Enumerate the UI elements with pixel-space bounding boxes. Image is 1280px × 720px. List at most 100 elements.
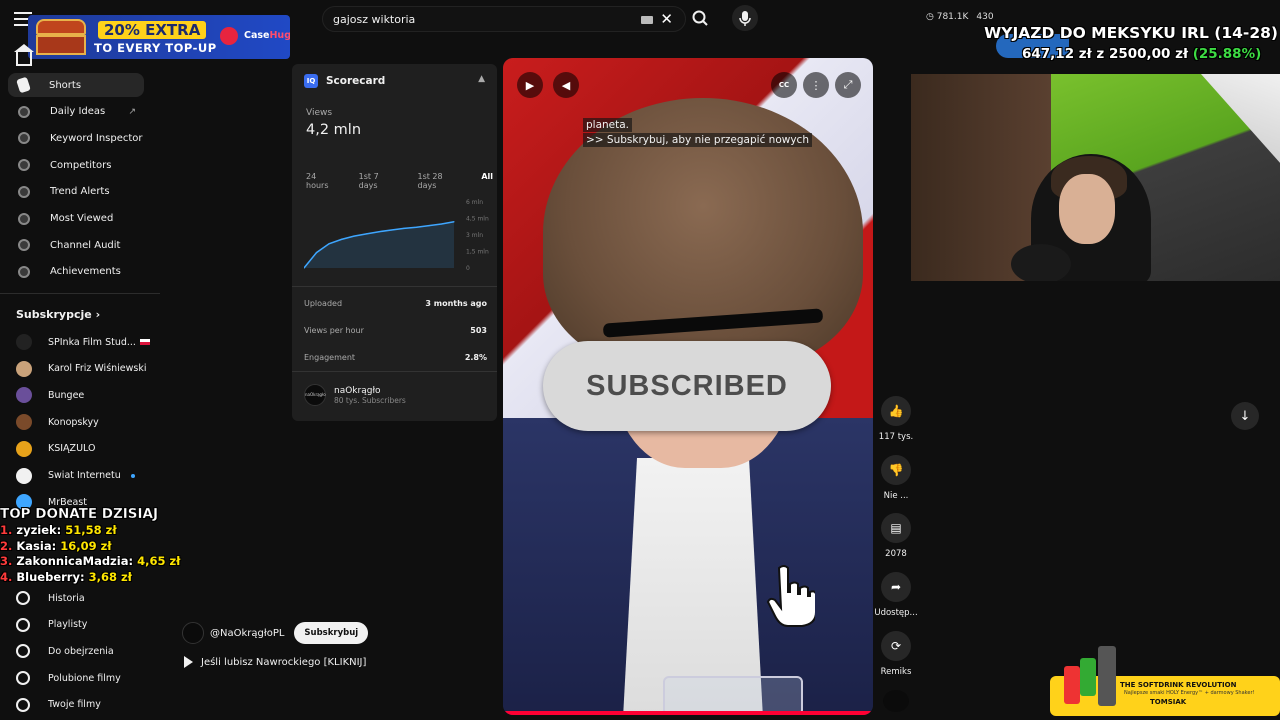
action-thumbs-up[interactable]: 👍 117 tys. bbox=[874, 396, 918, 442]
keyboard-icon[interactable] bbox=[641, 16, 653, 24]
microphone bbox=[1011, 244, 1071, 281]
sidebar-item-label: Daily Ideas bbox=[50, 106, 106, 118]
thumbs-up-icon[interactable]: 👍 bbox=[881, 396, 911, 426]
sidebar-item-daily-ideas[interactable]: Daily Ideas ↗ bbox=[8, 100, 144, 124]
avatar bbox=[16, 467, 32, 484]
fullscreen-button[interactable]: ⤢ bbox=[835, 72, 861, 98]
channel-subscribers: 80 tys. Subscribers bbox=[334, 395, 406, 405]
sidebar-item-shorts[interactable]: Shorts bbox=[8, 73, 144, 97]
scorecard-metric: Engagement 2.8% bbox=[304, 353, 487, 362]
action-remix[interactable]: ⟳ Remiks bbox=[874, 630, 918, 677]
library-item[interactable]: Playlisty bbox=[16, 615, 156, 635]
sidebar-item-label: Shorts bbox=[49, 79, 82, 91]
library-item[interactable]: Do obejrzenia bbox=[16, 641, 156, 661]
share-icon[interactable]: ➦ bbox=[881, 572, 911, 603]
scorecard-metric: Views per hour 503 bbox=[304, 326, 487, 335]
thumbs-down-icon[interactable]: 👎 bbox=[881, 454, 911, 485]
sidebar-item-achievements[interactable]: Achievements bbox=[8, 260, 144, 284]
subscribe-button[interactable]: Subskrybuj bbox=[294, 622, 369, 644]
sidebar-item-competitors[interactable]: Competitors bbox=[8, 153, 144, 177]
chevron-up-icon[interactable]: ▲ bbox=[478, 74, 485, 84]
scorecard-divider bbox=[292, 286, 497, 287]
subscription-item[interactable]: Świat Internetu bbox=[16, 466, 156, 486]
captions-button[interactable]: CC bbox=[771, 72, 797, 98]
history-icon bbox=[16, 591, 30, 605]
subscription-item[interactable]: Bungee bbox=[16, 385, 156, 405]
sidebar-item-channel-audit[interactable]: Channel Audit bbox=[8, 233, 144, 257]
scorecard-title: Scorecard bbox=[326, 75, 386, 87]
header-stats: ◷ 781.1K 430 bbox=[926, 12, 994, 22]
sidebar-item-keyword-inspector[interactable]: Keyword Inspector bbox=[8, 126, 144, 150]
donate-title: TOP DONATE DZISIAJ bbox=[0, 506, 159, 522]
scorecard-tab[interactable]: 1st 7 days bbox=[355, 172, 404, 190]
voice-search-button[interactable] bbox=[732, 5, 758, 31]
fullscreen-icon: ⤢ bbox=[843, 78, 853, 91]
chart-point bbox=[328, 243, 330, 245]
subscription-label: Konopskyy bbox=[48, 416, 99, 428]
scorecard-tab[interactable]: 24 hours bbox=[302, 172, 345, 190]
donate-row: 3. ZakonnicaMadzia: 4,65 zł bbox=[0, 554, 181, 568]
chart-point bbox=[315, 252, 318, 254]
play-button[interactable]: ▶ bbox=[517, 72, 543, 98]
channel-handle[interactable]: @NaOkrągłoPL bbox=[210, 628, 284, 639]
scorecard-tab[interactable]: All bbox=[477, 172, 497, 190]
chart-point bbox=[390, 229, 393, 231]
channel-avatar[interactable] bbox=[182, 622, 204, 644]
sidebar-item-label: Channel Audit bbox=[50, 239, 121, 251]
scorecard-tab[interactable]: 1st 28 days bbox=[413, 172, 467, 190]
sidebar-divider bbox=[0, 293, 160, 294]
close-icon[interactable]: ✕ bbox=[660, 10, 673, 28]
action-thumbs-down[interactable]: 👎 Nie ... bbox=[874, 454, 918, 501]
sidebar-item-trend-alerts[interactable]: Trend Alerts bbox=[8, 180, 144, 204]
library-item[interactable]: Twoje filmy bbox=[16, 695, 156, 715]
search-box[interactable]: gajosz wiktoria ✕ bbox=[322, 6, 686, 32]
library-item[interactable]: Polubione filmy bbox=[16, 668, 156, 688]
playlist-icon bbox=[16, 617, 30, 632]
comment-icon[interactable]: ▤ bbox=[881, 513, 911, 544]
y-tick-label: 4,5 mln bbox=[466, 216, 489, 223]
vidiq-icon bbox=[18, 239, 30, 252]
chart-point bbox=[353, 235, 355, 237]
subscription-item[interactable]: KSIĄŻULO bbox=[16, 439, 156, 459]
subscription-item[interactable]: SPInka Film Stud... bbox=[16, 332, 156, 352]
donate-row: 2. Kasia: 16,09 zł bbox=[0, 538, 112, 553]
new-content-dot bbox=[130, 473, 135, 478]
sidebar-item-label: Most Viewed bbox=[50, 213, 114, 224]
cc-icon: CC bbox=[778, 81, 790, 89]
chart-point bbox=[440, 223, 443, 225]
scorecard-channel[interactable]: naOkrągło naOkrągło 80 tys. Subscribers bbox=[304, 384, 406, 406]
metric-value: 3 months ago bbox=[425, 299, 487, 308]
subscription-item[interactable]: Konopskyy bbox=[16, 412, 156, 432]
channel-avatar-small[interactable] bbox=[883, 690, 909, 712]
next-video-button[interactable]: ↓ bbox=[1231, 402, 1259, 430]
action-label: Udostęp... bbox=[874, 608, 918, 619]
chart-point bbox=[340, 238, 343, 240]
vidiq-icon bbox=[18, 185, 30, 198]
volume-button[interactable]: ◀ bbox=[553, 72, 579, 98]
play-icon bbox=[184, 656, 193, 668]
video-progress-bar[interactable] bbox=[503, 711, 873, 715]
library-item[interactable]: Historia bbox=[16, 588, 156, 608]
shorts-player[interactable]: ▶ ◀ CC ⋮ ⤢ planeta. >> Subskrybuj, aby n… bbox=[503, 58, 873, 715]
search-button[interactable] bbox=[686, 6, 716, 32]
search-input[interactable]: gajosz wiktoria bbox=[333, 13, 415, 26]
chart-point bbox=[378, 231, 380, 233]
sponsor-headline: THE SOFTDRINK REVOLUTION bbox=[1120, 681, 1237, 689]
subscription-item[interactable]: Karol Friz Wiśniewski bbox=[16, 359, 156, 379]
subscription-label: Karol Friz Wiśniewski bbox=[48, 363, 147, 375]
caption-line-2: >> Subskrybuj, aby nie przegapić nowych bbox=[583, 133, 812, 147]
scorecard-header: IQ Scorecard bbox=[304, 74, 385, 88]
library-label: Twoje filmy bbox=[48, 699, 101, 711]
sidebar-item-most-viewed[interactable]: Most Viewed bbox=[8, 207, 144, 231]
sidebar-item-label: Competitors bbox=[50, 159, 112, 171]
home-icon[interactable] bbox=[14, 44, 34, 66]
subscriptions-heading[interactable]: Subskrypcje › bbox=[16, 308, 100, 321]
more-options-button[interactable]: ⋮ bbox=[803, 72, 829, 98]
video-channel-row: @NaOkrągłoPL Subskrybuj bbox=[182, 622, 369, 644]
action-comment[interactable]: ▤ 2078 bbox=[874, 513, 918, 559]
action-share[interactable]: ➦ Udostęp... bbox=[874, 572, 918, 618]
donation-goal-overlay: WYJAZD DO MEKSYKU IRL (14-28) 647,12 zł … bbox=[984, 12, 1280, 62]
action-label: Remiks bbox=[880, 666, 912, 677]
playlist-link[interactable]: Jeśli lubisz Nawrockiego [KLIKNIJ] bbox=[184, 656, 366, 668]
remix-icon[interactable]: ⟳ bbox=[881, 630, 911, 661]
